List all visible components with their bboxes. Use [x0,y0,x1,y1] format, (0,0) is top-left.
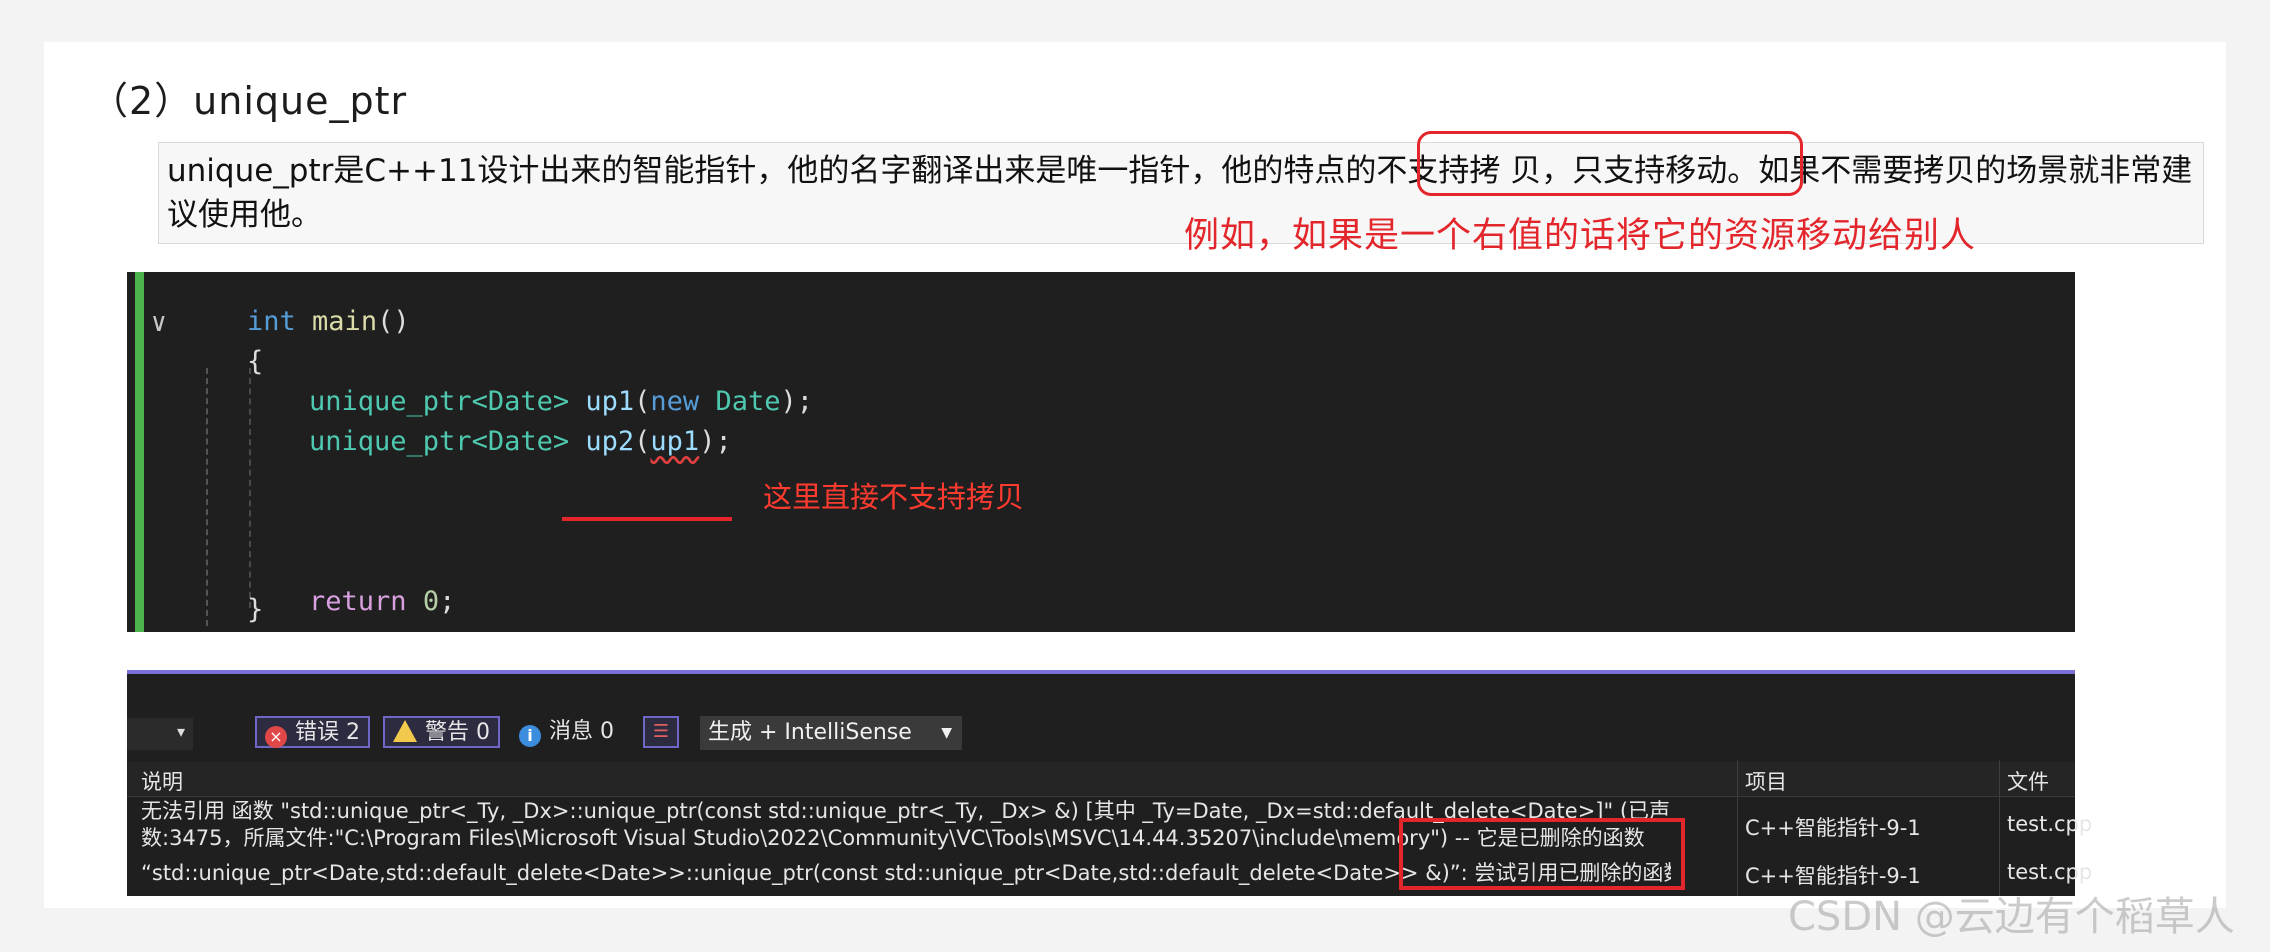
column-project[interactable]: 项目 [1745,766,1787,796]
error-row[interactable]: 无法引用 函数 "std::unique_ptr<_Ty, _Dx>::uniq… [127,798,2092,854]
error-file: test.cpp [2007,860,2093,884]
chevron-down-icon[interactable]: ∨ [151,308,167,338]
change-gutter-bar [135,272,144,632]
code-line-3: unique_ptr<Date> up1(new Date); [309,386,814,417]
code-line-4: unique_ptr<Date> up2(up1); [309,426,732,457]
code-line-1: int main() [247,306,410,337]
chevron-down-icon: ▼ [941,725,952,741]
indent-guide [249,368,251,608]
error-project: C++智能指针-9-1 [1745,816,1921,840]
code-line-6: } [247,594,264,625]
code-line-2: { [247,346,264,377]
error-list-header: 说明 项目 文件 [127,762,2075,797]
error-icon: × [265,726,287,748]
filter-icon[interactable]: ☰ [643,716,679,748]
column-file[interactable]: 文件 [2007,766,2049,796]
warnings-filter-button[interactable]: 警告 0 [383,716,500,748]
code-line-5: return 0; [309,586,456,617]
section-heading: （2）unique_ptr [90,79,408,123]
error-list-panel: ▾ × 错误 2 警告 0 i 消息 0 ☰ 生成 + IntelliSense ▼ … [127,670,2092,896]
chevron-down-icon: ▾ [176,722,185,741]
error-list-toolbar: ▾ × 错误 2 警告 0 i 消息 0 ☰ 生成 + IntelliSense ▼ [127,712,2075,752]
code-editor: ∨ int main() { unique_ptr<Date> up1(new … [127,272,2075,632]
column-description[interactable]: 说明 [141,766,183,796]
annotation-note: 例如，如果是一个右值的话将它的资源移动给别人 [1184,216,1977,256]
watermark: CSDN @云边有个稻草人 [1788,894,2235,940]
errors-filter-button[interactable]: × 错误 2 [255,716,370,748]
error-highlight-box [1399,818,1685,890]
error-squiggle[interactable]: up1 [650,426,699,457]
messages-filter-button[interactable]: i 消息 0 [519,716,614,748]
info-icon: i [519,725,541,747]
build-filter-dropdown[interactable]: 生成 + IntelliSense ▼ [700,716,962,750]
error-row[interactable]: “std::unique_ptr<Date,std::default_delet… [127,860,2092,890]
error-file: test.cpp [2007,812,2093,836]
annotation-underline [562,517,732,521]
highlight-box [1417,131,1803,196]
scope-dropdown[interactable]: ▾ [127,718,193,750]
indent-guide [206,368,208,626]
warning-icon [393,720,417,742]
code-annotation: 这里直接不支持拷贝 [763,480,1025,514]
